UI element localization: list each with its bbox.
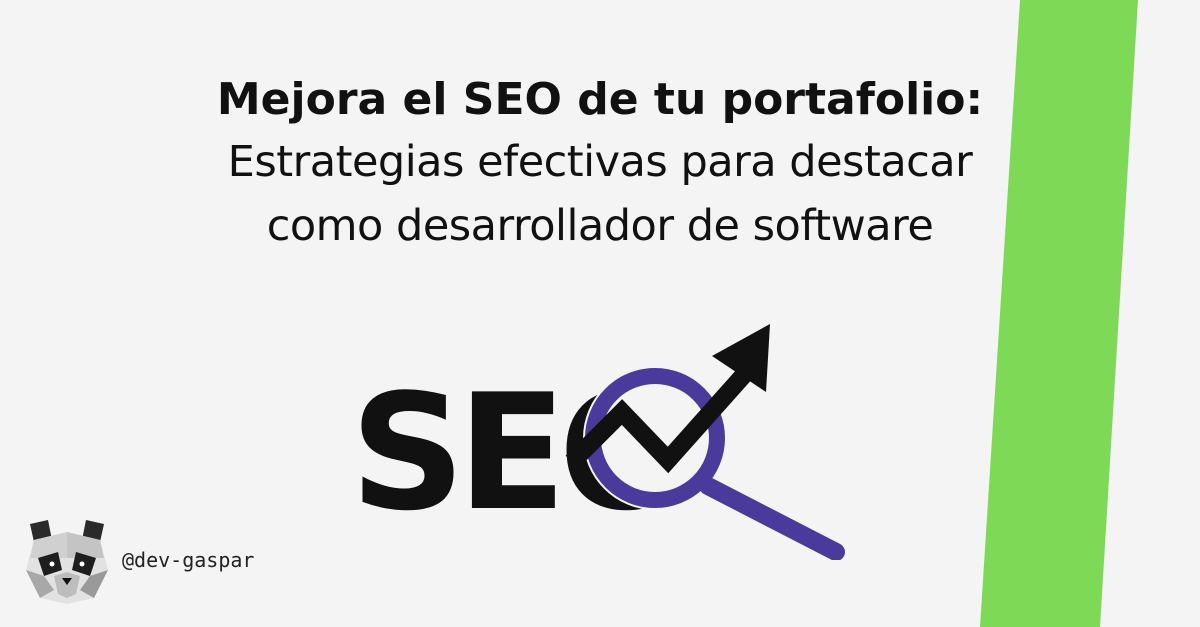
title-line-1: Mejora el SEO de tu portafolio: (216, 74, 984, 125)
author-handle: @dev-gaspar (24, 518, 324, 608)
title-block: Mejora el SEO de tu portafolio: Estrateg… (80, 70, 1120, 258)
panda-avatar-icon (26, 520, 108, 604)
seo-logo: SEO (350, 324, 845, 560)
title-line-2: Estrategias efectivas para destacar (227, 137, 973, 187)
author-handle-text: @dev-gaspar (122, 548, 255, 572)
title-line-3: como desarrollador de software (266, 201, 934, 251)
magnifier-handle (699, 477, 845, 560)
